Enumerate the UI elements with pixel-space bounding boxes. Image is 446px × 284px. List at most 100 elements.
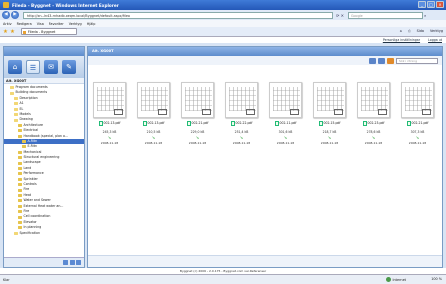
file-name[interactable]: 002-13.pdf (104, 121, 121, 125)
forward-button[interactable]: ▶ (11, 11, 19, 19)
menu-arkiv[interactable]: Arkiv (3, 22, 12, 26)
folder-icon (18, 215, 22, 219)
logout-link[interactable]: Logga ut (428, 37, 442, 43)
page-menu[interactable]: Sida (417, 29, 424, 33)
file-name[interactable]: 002-11.pdf (280, 121, 297, 125)
drawing-preview[interactable] (93, 82, 126, 118)
zoom-level[interactable]: 100 % (431, 277, 442, 281)
download-icon[interactable]: ➘ (357, 135, 390, 140)
tree-item[interactable]: Specification (4, 231, 84, 236)
file-date: 2008-11-18 (408, 140, 427, 145)
drawing-preview[interactable] (357, 82, 390, 118)
maximize-button[interactable]: □ (427, 1, 435, 8)
refresh-icon[interactable]: ⟳ ✕ (336, 13, 344, 18)
menu-verktyg[interactable]: Verktyg (69, 22, 82, 26)
folder-icon (18, 161, 22, 165)
folder-icon (14, 118, 18, 122)
file-name-row: 002-23.pdf (357, 121, 390, 126)
content-header: Alt. XG00T (88, 47, 442, 56)
folder-icon (22, 145, 26, 149)
file-card[interactable]: 002-21.pdf 229,0 kB ➘ 2008-11-18 (181, 82, 214, 145)
drawing-preview[interactable] (269, 82, 302, 118)
view-icon-3[interactable] (76, 260, 81, 265)
view-icon-2[interactable] (69, 260, 75, 265)
file-card[interactable]: 002-13.pdf 245,3 kB ➘ 2008-11-18 (93, 82, 126, 145)
url-field[interactable]: http://xn--ln43-rnhadb.xeqm.local/Byggne… (23, 11, 333, 19)
file-card[interactable]: 002-21.pdf 307,3 kB ➘ 2008-11-18 (401, 82, 434, 145)
file-card[interactable]: 002-15.pdf 218,7 kB ➘ 2008-11-18 (313, 82, 346, 145)
content-search-input[interactable]: Sök i ritning (396, 57, 438, 64)
zone-label: Internet (392, 277, 406, 282)
list-view-icon[interactable] (369, 57, 376, 64)
folder-icon (18, 194, 22, 197)
home-icon[interactable]: ⌂ (400, 29, 402, 33)
pdf-icon (186, 121, 191, 126)
minimize-button[interactable]: _ (418, 1, 426, 8)
file-name-row: 002-15.pdf (313, 121, 346, 126)
file-card[interactable]: 002-22.pdf 251,4 kB ➘ 2008-11-18 (225, 82, 258, 145)
download-icon[interactable]: ➘ (225, 135, 258, 140)
download-icon[interactable]: ➘ (401, 135, 434, 140)
file-name[interactable]: 002-13.pdf (148, 121, 165, 125)
left-panel-header (4, 47, 84, 56)
menu-visa[interactable]: Visa (37, 22, 44, 26)
content-panel: Alt. XG00T Sök i ritning 002-13.pdf 245,3… (87, 46, 443, 268)
thumbnail-view-icon[interactable] (378, 57, 385, 64)
drawing-preview[interactable] (137, 82, 170, 118)
left-panel: ⌂ ☰ ✉ ✎ Alt. XG00T Program documents Buil… (3, 46, 85, 268)
download-icon[interactable]: ➘ (181, 135, 214, 140)
file-name[interactable]: 002-23.pdf (368, 121, 385, 125)
file-name-row: 002-21.pdf (181, 121, 214, 126)
menu-hjalp[interactable]: Hjälp (87, 22, 96, 26)
folder-icon (14, 231, 18, 235)
pdf-icon (142, 121, 147, 126)
file-size: 301,6 kB (278, 129, 293, 134)
tools-icon[interactable]: ✎ (62, 60, 76, 74)
drawing-preview[interactable] (401, 82, 434, 118)
download-icon[interactable]: ➘ (93, 135, 126, 140)
download-icon[interactable]: ➘ (137, 135, 170, 140)
browser-tab[interactable]: Fileda - Byggnet (20, 28, 77, 35)
file-size: 210,5 kB (146, 129, 161, 134)
print-icon[interactable]: ⎙ (408, 29, 411, 33)
file-name-row: 002-13.pdf (93, 121, 126, 126)
file-name[interactable]: 002-22.pdf (236, 121, 253, 125)
personal-settings-link[interactable]: Personliga inställningar (383, 37, 420, 43)
file-name[interactable]: 002-15.pdf (324, 121, 341, 125)
tools-menu[interactable]: Verktyg (430, 29, 443, 33)
download-icon[interactable]: ➘ (269, 135, 302, 140)
menu-bar: Arkiv Redigera Visa Favoriter Verktyg Hj… (0, 20, 446, 27)
favorites-star-icon[interactable]: ★ (3, 29, 8, 35)
file-date: 2008-11-18 (320, 140, 339, 145)
file-size: 229,0 kB (190, 129, 205, 134)
file-card[interactable]: 002-13.pdf 210,5 kB ➘ 2008-11-18 (137, 82, 170, 145)
file-date: 2008-11-18 (364, 140, 383, 145)
mail-icon[interactable]: ✉ (44, 60, 58, 74)
drawing-preview[interactable] (313, 82, 346, 118)
file-name[interactable]: 002-21.pdf (192, 121, 209, 125)
tree-view-icon[interactable]: ☰ (26, 60, 40, 74)
menu-redigera[interactable]: Redigera (17, 22, 32, 26)
file-card[interactable]: 002-23.pdf 278,6 kB ➘ 2008-11-18 (357, 82, 390, 145)
view-icon-1[interactable] (63, 260, 68, 265)
window-controls: _ □ × (418, 1, 444, 8)
back-button[interactable]: ◀ (2, 11, 10, 19)
folder-tree: Program documents Building documents Descr… (4, 84, 84, 252)
download-icon[interactable]: ➘ (313, 135, 346, 140)
file-name[interactable]: 002-21.pdf (412, 121, 429, 125)
export-icon[interactable] (387, 57, 394, 64)
folder-icon (18, 167, 22, 171)
menu-favoriter[interactable]: Favoriter (49, 22, 64, 26)
drawing-preview[interactable] (181, 82, 214, 118)
folder-icon (10, 86, 14, 90)
window-title-bar: Fileda - Byggnet - Windows Internet Expl… (0, 0, 446, 10)
search-input[interactable]: Google (347, 11, 423, 19)
search-icon[interactable]: ⌕ (424, 13, 426, 18)
command-bar: ⌂ ⎙ Sida Verktyg (400, 29, 443, 33)
content-footer (88, 255, 442, 267)
home-app-icon[interactable]: ⌂ (8, 60, 22, 74)
close-button[interactable]: × (436, 1, 444, 8)
file-card[interactable]: 002-11.pdf 301,6 kB ➘ 2008-11-18 (269, 82, 302, 145)
drawing-preview[interactable] (225, 82, 258, 118)
add-favorite-icon[interactable]: ★ (10, 29, 15, 35)
